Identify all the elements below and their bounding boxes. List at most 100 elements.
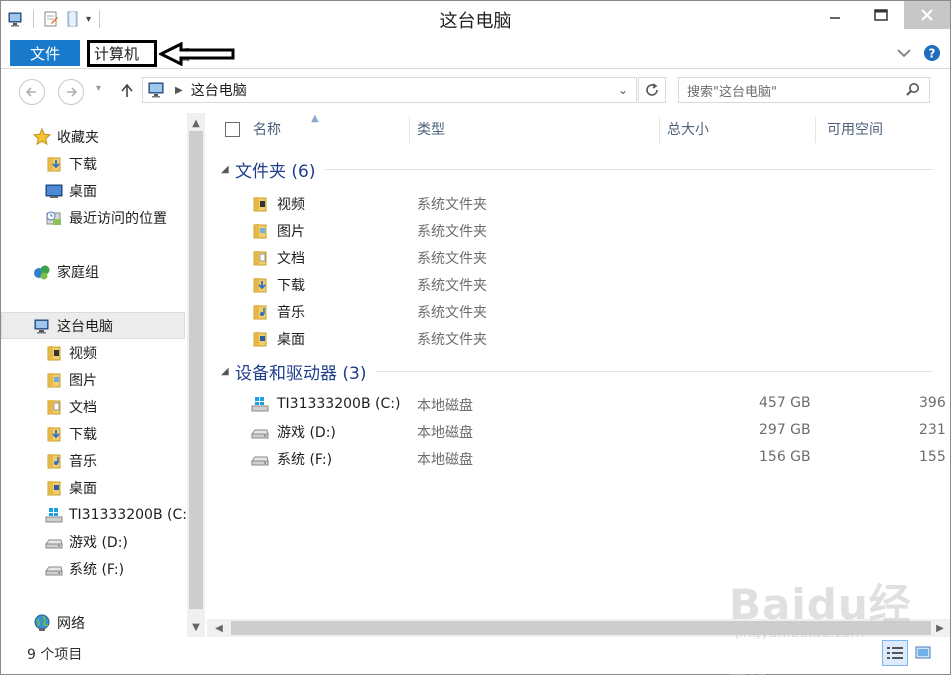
item-free-space: 155 bbox=[919, 449, 946, 465]
column-header-free-space[interactable]: 可用空间 bbox=[827, 113, 883, 145]
collapse-group-icon[interactable]: ◢ bbox=[221, 164, 235, 175]
list-item[interactable]: 游戏 (D:) 本地磁盘 297 GB 231 bbox=[207, 417, 950, 444]
recent-locations-icon[interactable]: ▾ bbox=[96, 83, 101, 94]
address-dropdown-icon[interactable]: ⌄ bbox=[618, 83, 628, 97]
list-item[interactable]: 音乐 系统文件夹 bbox=[207, 297, 950, 324]
item-total-size: 156 GB bbox=[759, 449, 811, 465]
item-total-size: 297 GB bbox=[759, 422, 811, 438]
nav-network[interactable]: 网络 bbox=[1, 609, 185, 636]
svg-text:?: ? bbox=[929, 47, 936, 61]
expand-ribbon-button[interactable] bbox=[894, 43, 914, 63]
nav-favorites[interactable]: 收藏夹 bbox=[1, 123, 185, 150]
annotation-arrow-icon bbox=[159, 42, 235, 66]
nav-pc-pictures[interactable]: 图片 bbox=[1, 366, 185, 393]
group-header-drives[interactable]: ◢ 设备和驱动器 (3) bbox=[207, 358, 947, 384]
refresh-button[interactable] bbox=[638, 77, 666, 103]
list-item[interactable]: 文档 系统文件夹 bbox=[207, 243, 950, 270]
tab-computer[interactable]: 计算机 bbox=[87, 40, 157, 67]
nav-homegroup[interactable]: 家庭组 bbox=[1, 258, 185, 285]
nav-pc-videos[interactable]: 视频 bbox=[1, 339, 185, 366]
scroll-up-icon[interactable]: ▲ bbox=[187, 115, 205, 131]
item-type: 本地磁盘 bbox=[417, 452, 473, 468]
pictures-folder-icon bbox=[47, 372, 61, 387]
music-folder-icon bbox=[253, 305, 267, 320]
drive-icon bbox=[251, 456, 269, 466]
nav-pc-music[interactable]: 音乐 bbox=[1, 447, 185, 474]
file-list: ▲ 名称 类型 总大小 可用空间 ◢ 文件夹 (6) 视频 系统文件夹 图片 系… bbox=[207, 113, 950, 617]
column-divider[interactable] bbox=[659, 117, 660, 143]
nav-pc-desktop[interactable]: 桌面 bbox=[1, 474, 185, 501]
scroll-down-icon[interactable]: ▼ bbox=[187, 619, 205, 635]
nav-pc-pictures-label: 图片 bbox=[69, 372, 97, 389]
nav-fav-recent-label: 最近访问的位置 bbox=[69, 210, 167, 227]
refresh-icon bbox=[646, 83, 658, 96]
column-divider[interactable] bbox=[409, 117, 410, 143]
back-button[interactable] bbox=[19, 79, 45, 105]
download-folder-icon bbox=[253, 278, 267, 293]
column-header-type[interactable]: 类型 bbox=[417, 113, 445, 145]
item-type: 系统文件夹 bbox=[417, 332, 487, 348]
item-name: 图片 bbox=[277, 224, 305, 240]
list-item[interactable]: 下载 系统文件夹 bbox=[207, 270, 950, 297]
videos-folder-icon bbox=[253, 197, 267, 212]
nav-fav-desktop[interactable]: 桌面 bbox=[1, 177, 185, 204]
forward-button[interactable] bbox=[58, 79, 84, 105]
details-view-button[interactable] bbox=[882, 640, 908, 666]
chevron-down-icon bbox=[897, 49, 911, 58]
nav-pc-downloads-label: 下载 bbox=[69, 426, 97, 443]
item-name: 音乐 bbox=[277, 305, 305, 321]
item-type: 系统文件夹 bbox=[417, 224, 487, 240]
nav-fav-recent[interactable]: 最近访问的位置 bbox=[1, 204, 185, 231]
search-input[interactable]: 搜索"这台电脑" bbox=[678, 77, 930, 103]
list-item[interactable]: 图片 系统文件夹 bbox=[207, 216, 950, 243]
tab-file[interactable]: 文件 bbox=[10, 40, 80, 66]
videos-folder-icon bbox=[47, 345, 61, 360]
close-button[interactable] bbox=[904, 1, 950, 29]
nav-fav-downloads[interactable]: 下载 bbox=[1, 150, 185, 177]
item-type: 系统文件夹 bbox=[417, 251, 487, 267]
nav-this-pc[interactable]: 这台电脑 bbox=[1, 312, 185, 339]
nav-pc-downloads[interactable]: 下载 bbox=[1, 420, 185, 447]
address-bar[interactable]: ▶ 这台电脑 ⌄ bbox=[142, 77, 637, 103]
help-button[interactable]: ? bbox=[922, 43, 942, 63]
list-item[interactable]: 系统 (F:) 本地磁盘 156 GB 155 bbox=[207, 444, 950, 471]
scrollbar-thumb[interactable] bbox=[189, 131, 203, 609]
nav-pc-drive-d[interactable]: 游戏 (D:) bbox=[1, 528, 185, 555]
close-icon bbox=[921, 9, 933, 21]
column-header-name[interactable]: 名称 bbox=[253, 113, 281, 145]
item-name: TI31333200B (C:) bbox=[277, 396, 401, 412]
breadcrumb-chevron-icon[interactable]: ▶ bbox=[175, 85, 183, 96]
nav-pc-drive-c[interactable]: TI31333200B (C: bbox=[1, 501, 187, 528]
group-header-folders[interactable]: ◢ 文件夹 (6) bbox=[207, 156, 947, 182]
navigation-pane: 收藏夹 下载 桌面 最近访问的位置 家庭组 这台电脑 视频 图片 文档 下载 音… bbox=[1, 113, 187, 637]
network-icon bbox=[34, 614, 50, 631]
item-type: 系统文件夹 bbox=[417, 278, 487, 294]
nav-pc-drive-f-label: 系统 (F:) bbox=[69, 561, 125, 578]
list-item[interactable]: 桌面 系统文件夹 bbox=[207, 324, 950, 351]
pictures-folder-icon bbox=[253, 224, 267, 239]
column-header-total-size[interactable]: 总大小 bbox=[667, 113, 709, 145]
search-icon[interactable] bbox=[905, 82, 921, 98]
collapse-group-icon[interactable]: ◢ bbox=[221, 366, 235, 377]
list-item[interactable]: 视频 系统文件夹 bbox=[207, 189, 950, 216]
select-all-checkbox[interactable] bbox=[225, 122, 240, 137]
list-item[interactable]: TI31333200B (C:) 本地磁盘 457 GB 396 bbox=[207, 390, 950, 417]
arrow-up-icon bbox=[121, 84, 133, 97]
drive-icon bbox=[45, 539, 63, 548]
scroll-left-icon[interactable]: ◀ bbox=[211, 619, 227, 637]
nav-pc-drive-f[interactable]: 系统 (F:) bbox=[1, 555, 185, 582]
breadcrumb-this-pc[interactable]: 这台电脑 bbox=[191, 80, 247, 100]
nav-pc-documents[interactable]: 文档 bbox=[1, 393, 185, 420]
nav-pc-desktop-label: 桌面 bbox=[69, 480, 97, 497]
column-divider[interactable] bbox=[815, 117, 816, 143]
maximize-button[interactable] bbox=[858, 1, 904, 29]
music-folder-icon bbox=[47, 453, 61, 468]
up-button[interactable] bbox=[117, 79, 137, 103]
large-icons-view-icon bbox=[915, 646, 931, 659]
navigation-bar: ▾ ▶ 这台电脑 ⌄ 搜索"这台电脑" bbox=[1, 71, 950, 111]
drive-icon bbox=[251, 429, 269, 439]
item-free-space: 231 bbox=[919, 422, 946, 438]
large-icons-view-button[interactable] bbox=[910, 640, 936, 666]
nav-pane-scrollbar[interactable]: ▲ ▼ bbox=[187, 113, 205, 637]
minimize-button[interactable] bbox=[812, 1, 858, 29]
